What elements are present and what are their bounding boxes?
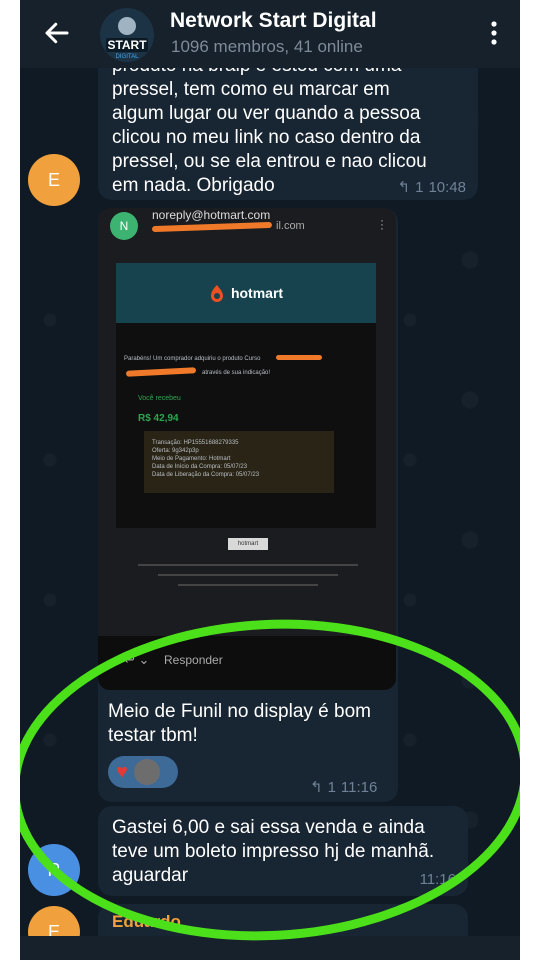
message-meta: ↰ 1 10:48 <box>398 178 466 197</box>
group-avatar[interactable]: START DIGITAL <box>100 8 154 62</box>
email-reply-button[interactable]: Responder <box>164 653 223 667</box>
message-input-bar[interactable] <box>20 936 520 960</box>
reply-icon[interactable]: ↰ <box>310 778 323 796</box>
transaction-details: Transação: HP15551688279335 Oferta: 9g34… <box>144 431 334 493</box>
reply-icon[interactable]: ↰ <box>398 178 411 196</box>
email-action-bar: ↩ ⌄ Responder <box>98 636 396 690</box>
message-text: Gastei 6,00 e sai essa venda e ainda tev… <box>112 817 435 886</box>
back-arrow-icon[interactable] <box>42 18 72 48</box>
email-recipient: il.com <box>151 220 305 233</box>
hotmart-footer-logo: hotmart <box>228 538 268 550</box>
message-bubble[interactable]: Gastei 6,00 e sai essa venda e ainda tev… <box>98 806 468 896</box>
congrats-line: Parabéns! Um comprador adquiriu o produt… <box>124 356 261 362</box>
detail-line: Data de Início da Compra: 05/07/23 <box>152 464 248 470</box>
phone-screen: START DIGITAL Network Start Digital 1096… <box>20 0 520 960</box>
email-more-icon[interactable]: · · · <box>380 214 384 234</box>
message-time: 10:48 <box>428 178 466 196</box>
chat-header: START DIGITAL Network Start Digital 1096… <box>20 0 520 68</box>
avatar[interactable]: E <box>28 154 80 206</box>
reply-icon[interactable]: ↩ ⌄ <box>124 652 149 668</box>
sender-name[interactable]: Eduardo <box>112 912 181 932</box>
message-time: 11:16 <box>419 871 456 888</box>
group-member-count: 1096 membros, 41 online <box>171 37 363 56</box>
reaction-chip[interactable]: ♥ <box>108 756 178 788</box>
detail-line: Data de Liberação da Compra: 05/07/23 <box>152 472 260 478</box>
message-meta: ↰ 1 11:16 <box>310 778 378 797</box>
avatar-letter: E <box>47 169 60 190</box>
more-menu-icon[interactable] <box>490 20 498 46</box>
group-title[interactable]: Network Start Digital <box>170 9 377 33</box>
avatar-letter: R <box>47 859 61 880</box>
group-logo-subtext: DIGITAL <box>116 54 140 60</box>
redaction-mark <box>151 221 273 233</box>
detail-line: Meio de Pagamento: Hotmart <box>152 456 231 462</box>
redaction-mark <box>125 367 197 377</box>
reply-count[interactable]: 1 <box>415 179 423 196</box>
email-sender: noreply@hotmart.com <box>152 208 271 222</box>
message-text: produto na braip e estou com uma pressel… <box>112 55 427 196</box>
email-recipient-suffix: il.com <box>276 220 305 232</box>
hotmart-flame-icon <box>210 285 223 302</box>
via-text: através de sua indicação! <box>202 370 271 376</box>
congrats-text: Parabéns! Um comprador adquiriu o produt… <box>124 355 370 363</box>
detail-line: Oferta: 9g342p3p <box>152 448 199 454</box>
footer-fine-print <box>138 560 358 600</box>
reply-count[interactable]: 1 <box>328 779 336 796</box>
email-sender-letter: N <box>119 219 129 233</box>
email-screenshot[interactable]: N noreply@hotmart.com il.com · · · hotmart… <box>98 208 396 690</box>
message-text: Meio de Funil no display é bom testar tb… <box>108 701 371 746</box>
hotmart-header: hotmart <box>116 263 376 323</box>
hotmart-email-card: hotmart Parabéns! Um comprador adquiriu … <box>116 263 376 528</box>
heart-icon: ♥ <box>116 760 128 783</box>
hotmart-brand: hotmart <box>230 285 284 301</box>
detail-line: Transação: HP15551688279335 <box>152 440 239 446</box>
email-sender-avatar: N <box>110 212 138 240</box>
received-label: Você recebeu <box>138 395 181 402</box>
group-logo-icon: START DIGITAL <box>100 8 154 62</box>
footer-logo-text: hotmart <box>237 541 259 547</box>
group-logo-text: START <box>107 38 147 52</box>
avatar[interactable]: R <box>28 844 80 896</box>
redaction-mark <box>276 355 322 360</box>
sale-amount: R$ 42,94 <box>138 413 179 424</box>
message-meta: 11:16 <box>420 871 456 888</box>
message-time: 11:16 <box>340 778 378 796</box>
reactor-avatar <box>133 759 160 785</box>
